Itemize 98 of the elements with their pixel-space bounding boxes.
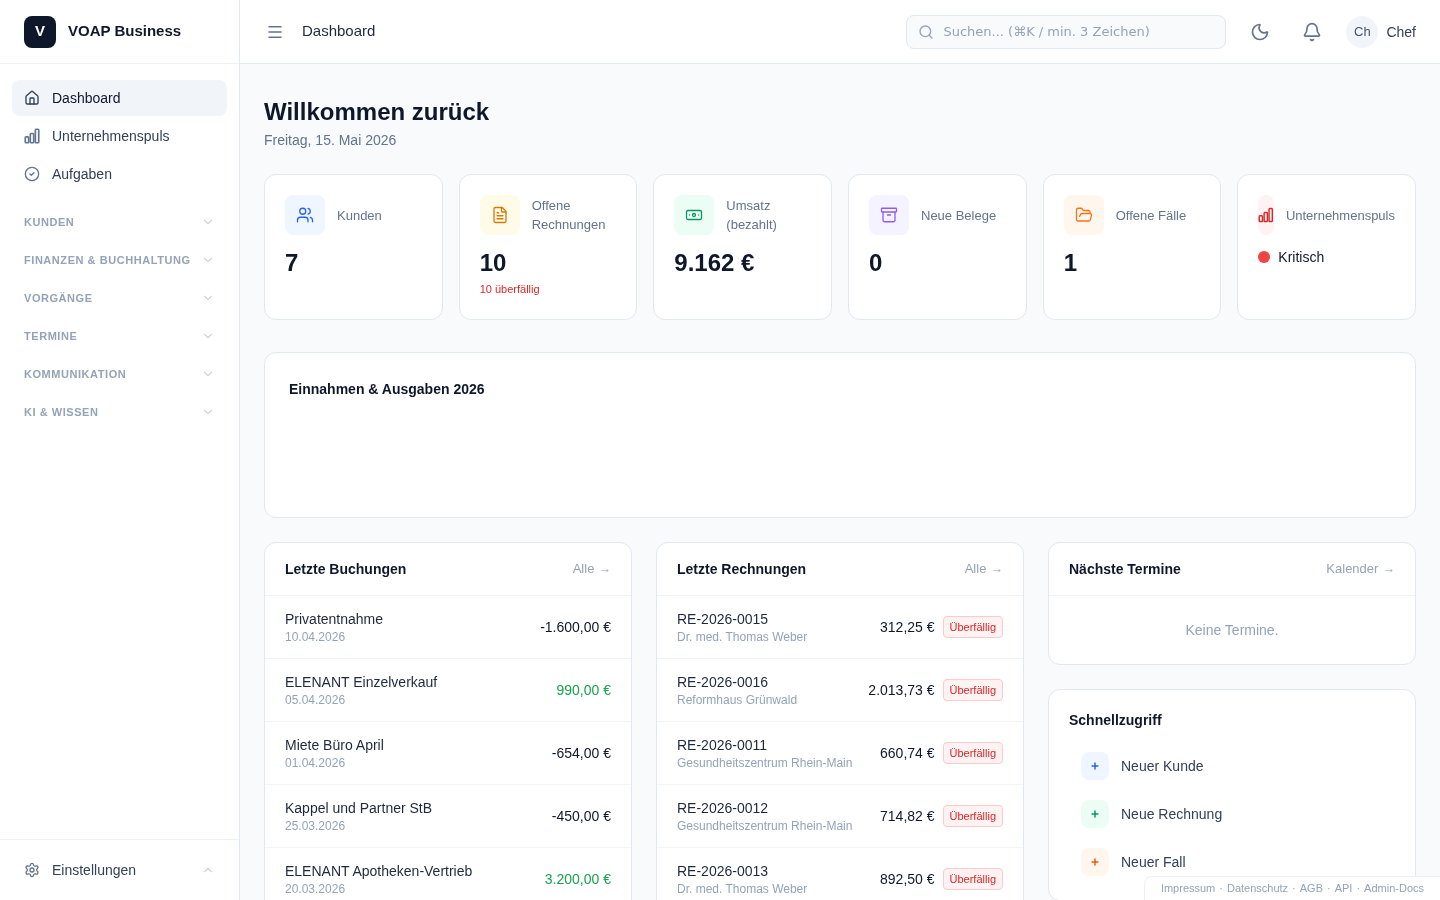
stat-value: 9.162 € (674, 248, 756, 278)
status-label: Kritisch (1278, 248, 1325, 267)
stat-label: Unternehmenspuls (1285, 206, 1395, 225)
app-logo: V (24, 15, 56, 48)
booking-row[interactable]: ELENANT Apotheken-Vertrieb 20.03.2026 3.200,00 € (265, 848, 631, 900)
bar-chart-icon (1258, 195, 1274, 235)
invoice-customer: Gesundheitszentrum Rhein-Main (677, 755, 853, 771)
bar-chart-icon (24, 128, 40, 144)
booking-row[interactable]: Kappel und Partner StB 25.03.2026 -450,00 € (265, 785, 631, 848)
page-title: Dashboard (302, 21, 376, 42)
booking-row[interactable]: ELENANT Einzelverkauf 05.04.2026 990,00 € (265, 659, 631, 722)
booking-amount: -654,00 € (551, 744, 611, 763)
link-separator: · (1327, 881, 1331, 897)
chart-title: Einnahmen & Ausgaben 2026 (289, 381, 485, 397)
gear-icon (24, 862, 40, 878)
empty-message: Keine Termine. (1185, 621, 1279, 640)
stat-value: 7 (285, 248, 300, 278)
check-circle-icon (24, 166, 40, 182)
booking-title: ELENANT Apotheken-Vertrieb (285, 862, 473, 881)
invoice-amount: 714,82 € (880, 807, 935, 826)
user-name[interactable]: Chef (1386, 21, 1416, 42)
banknote-icon (674, 195, 715, 235)
invoice-amount: 660,74 € (880, 744, 935, 763)
document-icon (479, 195, 520, 235)
card-title: Letzte Buchungen (285, 560, 407, 579)
booking-amount: -1.600,00 € (540, 618, 611, 637)
app-name: VOAP Business (68, 21, 182, 42)
invoice-customer: Dr. med. Thomas Weber (677, 881, 808, 897)
settings-item[interactable]: Einstellungen (12, 852, 227, 888)
stat-value: 1 (1063, 248, 1078, 278)
invoice-customer: Reformhaus Grünwald (677, 692, 798, 708)
sidebar-item[interactable]: Unternehmenspuls (12, 118, 227, 154)
card-title: Nächste Termine (1069, 560, 1181, 579)
invoice-number: RE-2026-0012 (677, 799, 770, 818)
archive-box-icon (869, 195, 909, 235)
stat-value: 0 (869, 248, 884, 278)
invoice-amount: 312,25 € (880, 618, 935, 637)
invoice-row[interactable]: RE-2026-0016 Reformhaus Grünwald 2.013,73 € Überfällig (657, 659, 1023, 722)
invoice-amount: 2.013,73 € (868, 681, 935, 700)
plus-icon (1081, 800, 1109, 828)
user-avatar[interactable]: Ch (1346, 15, 1379, 48)
quick-action[interactable]: Neuer Kunde (1081, 752, 1204, 780)
invoice-customer: Dr. med. Thomas Weber (677, 629, 808, 645)
users-icon (285, 195, 325, 235)
invoice-row[interactable]: RE-2026-0013 Dr. med. Thomas Weber 892,50 € Überfällig (657, 848, 1023, 900)
card-title: Letzte Rechnungen (677, 560, 807, 579)
search-field[interactable]: Suchen... (⌘K / min. 3 Zeichen) (906, 14, 1227, 49)
plus-icon (1081, 752, 1109, 780)
status-label: Überfällig (942, 616, 1003, 638)
moon-icon (1250, 21, 1271, 42)
booking-title: Privatentnahme (285, 610, 384, 629)
current-date: Freitag, 15. Mai 2026 (264, 131, 398, 150)
stat-label: Offene Fälle (1115, 206, 1188, 225)
plus-icon (1081, 848, 1109, 876)
link-separator: · (1356, 881, 1361, 897)
booking-row[interactable]: Privatentnahme 10.04.2026 -1.600,00 € (265, 596, 631, 659)
sidebar-item[interactable]: Dashboard (12, 80, 227, 116)
booking-title: Kappel und Partner StB (285, 799, 433, 818)
booking-date: 05.04.2026 (285, 692, 347, 708)
booking-row[interactable]: Miete Büro April 01.04.2026 -654,00 € (265, 722, 631, 785)
invoice-number: RE-2026-0013 (677, 862, 770, 881)
stat-note: 10 überfällig (479, 282, 541, 297)
card-title: Schnellzugriff (1069, 711, 1163, 730)
invoice-row[interactable]: RE-2026-0015 Dr. med. Thomas Weber 312,25 € Überfällig (657, 596, 1023, 659)
quick-action[interactable]: Neuer Fall (1081, 848, 1186, 876)
stat-value: 10 (479, 248, 508, 278)
booking-date: 25.03.2026 (285, 818, 347, 834)
status-label: Überfällig (942, 742, 1003, 764)
bell-icon (1302, 21, 1323, 42)
status-label: Überfällig (942, 868, 1003, 890)
stat-label: Offene Rechnungen (531, 197, 607, 234)
invoice-number: RE-2026-0011 (677, 736, 769, 755)
invoice-number: RE-2026-0015 (677, 610, 770, 629)
booking-date: 20.03.2026 (285, 881, 347, 897)
booking-title: ELENANT Einzelverkauf (285, 673, 438, 692)
booking-amount: -450,00 € (551, 807, 611, 826)
stat-label: Kunden (337, 206, 383, 225)
link-separator: · (1219, 881, 1223, 897)
welcome-heading: Willkommen zurück (264, 97, 491, 127)
invoice-row[interactable]: RE-2026-0011 Gesundheitszentrum Rhein-Main 660,74 € Überfällig (657, 722, 1023, 785)
status-label: Überfällig (942, 805, 1003, 827)
stat-label: Neue Belege (921, 206, 998, 225)
status-label: Überfällig (942, 679, 1003, 701)
booking-date: 10.04.2026 (285, 629, 347, 645)
sidebar-item[interactable]: Aufgaben (12, 156, 227, 192)
quick-action[interactable]: Neue Rechnung (1081, 800, 1223, 828)
folder-icon (1063, 195, 1104, 235)
booking-amount: 3.200,00 € (544, 870, 611, 889)
home-icon (24, 90, 40, 106)
booking-title: Miete Büro April (285, 736, 384, 755)
invoice-amount: 892,50 € (880, 870, 935, 889)
stat-label: Umsatz (bezahlt) (726, 197, 778, 234)
booking-amount: 990,00 € (556, 681, 611, 700)
booking-date: 01.04.2026 (285, 755, 347, 771)
invoice-customer: Gesundheitszentrum Rhein-Main (677, 818, 853, 834)
invoice-row[interactable]: RE-2026-0012 Gesundheitszentrum Rhein-Main 714,82 € Überfällig (657, 785, 1023, 848)
link-separator: · (1292, 881, 1296, 897)
invoice-number: RE-2026-0016 (677, 673, 770, 692)
